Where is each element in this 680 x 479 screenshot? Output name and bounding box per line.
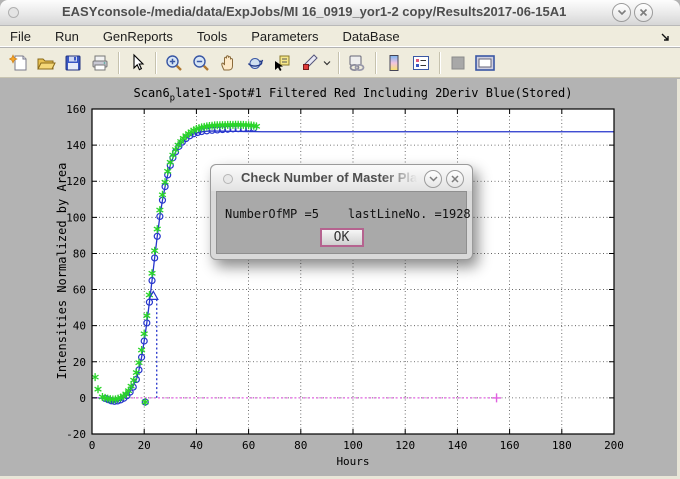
menu-genreports[interactable]: GenReports [103, 27, 185, 46]
window-minimize-button[interactable] [612, 3, 631, 22]
y-tick-label: 0 [79, 392, 86, 405]
dialog-menu-icon[interactable] [223, 174, 233, 184]
menu-tools[interactable]: Tools [197, 27, 239, 46]
x-tick-label: 0 [89, 439, 96, 452]
x-tick-label: 160 [500, 439, 520, 452]
figure-area: Scan6plate1-Spot#1 Filtered Red Includin… [0, 79, 680, 479]
x-tick-label: 100 [343, 439, 363, 452]
edit-pointer-icon[interactable] [124, 51, 149, 75]
dialog-body: NumberOfMP =5 lastLineNo. =1928 OK [216, 191, 467, 254]
y-tick-label: 120 [66, 175, 86, 188]
menu-run[interactable]: Run [55, 27, 91, 46]
chevron-down-icon [429, 176, 438, 182]
easyconsole-window: EASYconsole-/media/data/ExpJobs/MI 16_09… [0, 0, 680, 479]
zoom-out-icon[interactable] [188, 51, 213, 75]
open-file-icon[interactable] [33, 51, 58, 75]
brush-icon[interactable] [296, 51, 321, 75]
y-tick-label: 60 [73, 284, 86, 297]
y-tick-label: 160 [66, 103, 86, 116]
x-axis-label: Hours [336, 455, 369, 468]
x-tick-label: 120 [395, 439, 415, 452]
window-close-button[interactable] [634, 3, 653, 22]
chart-title: Scan6plate1-Spot#1 Filtered Red Includin… [92, 86, 614, 103]
brush-dropdown-icon[interactable] [323, 51, 332, 75]
menu-bar: File Run GenReports Tools Parameters Dat… [0, 26, 680, 47]
toolbar-separator [338, 52, 340, 74]
window-menu-icon[interactable] [8, 7, 19, 18]
dialog-title: Check Number of Master Pla [241, 170, 417, 185]
rotate-3d-icon[interactable] [242, 51, 267, 75]
print-icon[interactable] [87, 51, 112, 75]
x-tick-label: 140 [447, 439, 467, 452]
x-tick-label: 200 [604, 439, 624, 452]
insert-colorbar-icon[interactable] [381, 51, 406, 75]
x-tick-label: 80 [294, 439, 307, 452]
ok-button[interactable]: OK [320, 228, 364, 247]
window-titlebar[interactable]: EASYconsole-/media/data/ExpJobs/MI 16_09… [0, 0, 680, 26]
save-icon[interactable] [60, 51, 85, 75]
x-tick-label: 20 [138, 439, 151, 452]
link-plots-icon[interactable] [344, 51, 369, 75]
check-master-plates-dialog: Check Number of Master Pla NumberOfMP =5… [210, 164, 473, 260]
y-tick-label: 20 [73, 356, 86, 369]
y-tick-label: 140 [66, 139, 86, 152]
toolbar-separator [439, 52, 441, 74]
y-tick-label: 100 [66, 211, 86, 224]
dialog-titlebar[interactable]: Check Number of Master Pla [211, 165, 472, 191]
chevron-down-icon [617, 9, 627, 16]
menu-parameters[interactable]: Parameters [251, 27, 330, 46]
figure-toolbar [0, 48, 680, 78]
zoom-in-icon[interactable] [161, 51, 186, 75]
hide-plot-tools-icon[interactable] [445, 51, 470, 75]
chart-canvas[interactable]: 020406080100120140160180200-200204060801… [0, 79, 677, 476]
insert-legend-icon[interactable] [408, 51, 433, 75]
toolbar-separator [155, 52, 157, 74]
show-plot-tools-icon[interactable] [472, 51, 497, 75]
y-tick-label: 40 [73, 320, 86, 333]
dialog-message: NumberOfMP =5 lastLineNo. =1928 [225, 207, 471, 221]
y-tick-label: 80 [73, 247, 86, 260]
popout-arrow-icon[interactable] [660, 30, 672, 48]
menu-file[interactable]: File [10, 27, 43, 46]
close-icon [451, 175, 459, 183]
y-axis-label: Intensities Normalized by Area [55, 163, 69, 380]
toolbar-separator [118, 52, 120, 74]
pan-hand-icon[interactable] [215, 51, 240, 75]
y-tick-label: -20 [66, 428, 86, 441]
dialog-close-button[interactable] [446, 170, 464, 188]
window-title: EASYconsole-/media/data/ExpJobs/MI 16_09… [62, 4, 566, 19]
x-tick-label: 40 [190, 439, 203, 452]
menu-database[interactable]: DataBase [342, 27, 411, 46]
toolbar-separator [375, 52, 377, 74]
x-tick-label: 60 [242, 439, 255, 452]
data-cursor-icon[interactable] [269, 51, 294, 75]
dialog-minimize-button[interactable] [424, 170, 442, 188]
new-file-icon[interactable] [6, 51, 31, 75]
close-icon [639, 8, 648, 17]
x-tick-label: 180 [552, 439, 572, 452]
